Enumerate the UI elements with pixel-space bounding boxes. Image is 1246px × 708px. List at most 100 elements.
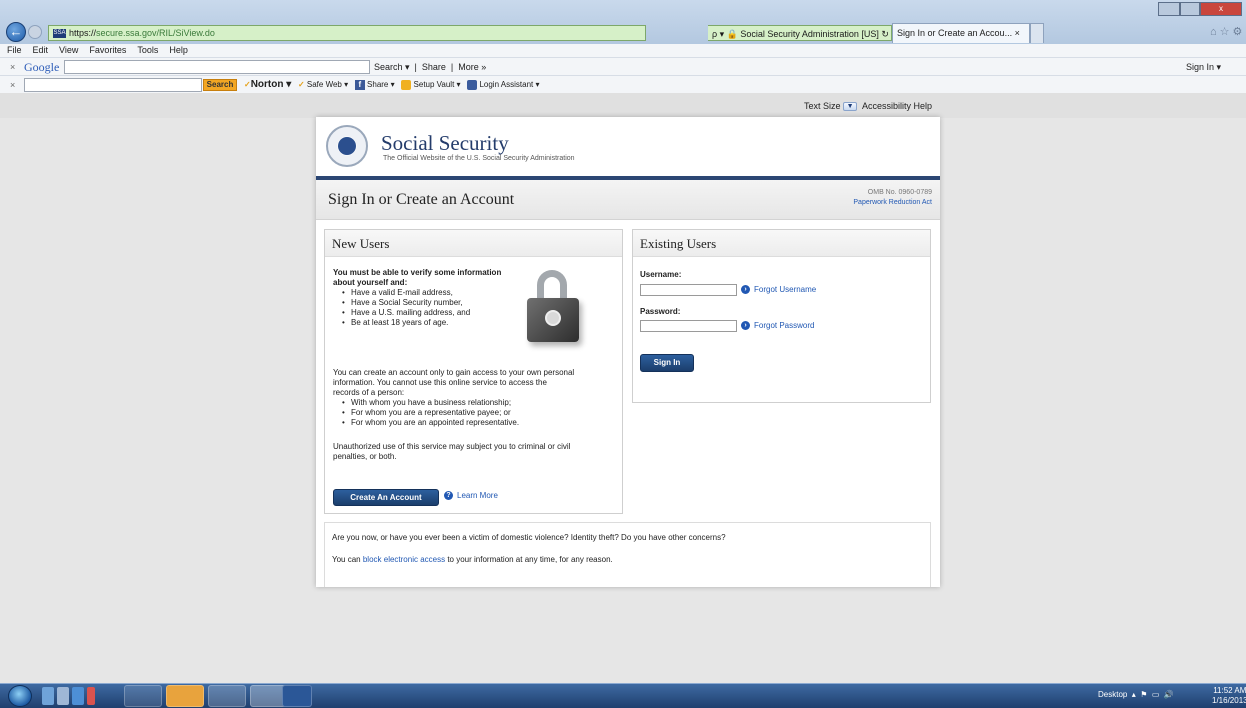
access-text-1: You can create an account only to gain a… [333, 368, 575, 377]
settings-gear-icon[interactable]: ⚙ [1233, 26, 1246, 38]
password-input[interactable] [640, 320, 737, 332]
ie-quicklaunch-icon[interactable] [72, 687, 84, 705]
menu-help[interactable]: Help [169, 45, 188, 55]
browser-tab-active[interactable]: Sign In or Create an Accou... × [892, 23, 1030, 43]
new-tab-button[interactable] [1030, 23, 1044, 43]
windows-taskbar: Desktop ▴ ⚑ ▭ 🔊 11:52 AM 1/16/2013 [0, 683, 1246, 708]
menu-edit[interactable]: Edit [33, 45, 49, 55]
url-path: /RIL/SiView.do [156, 28, 215, 38]
text-size-dropdown-icon[interactable]: ▼ [843, 102, 858, 112]
omb-number: OMB No. 0960-0789 [867, 189, 932, 196]
forgot-password-link[interactable]: › Forgot Password [741, 321, 815, 331]
warning-text-2: penalties, or both. [333, 452, 397, 461]
help-icon: ? [444, 491, 453, 501]
text-size-control[interactable]: Text Size ▼ [804, 101, 858, 112]
norton-search-button[interactable]: Search [203, 79, 237, 91]
norton-search-input[interactable] [24, 78, 202, 92]
site-brand[interactable]: Social Security [381, 131, 509, 156]
page-title: Sign In or Create an Account [328, 191, 515, 208]
padlock-icon [525, 270, 585, 345]
text-size-label: Text Size [804, 101, 841, 111]
maximize-button[interactable] [1180, 2, 1200, 16]
username-label: Username: [640, 270, 682, 279]
menu-file[interactable]: File [7, 45, 22, 55]
requirement-item: Be at least 18 years of age. [341, 318, 448, 328]
existing-users-panel: Existing Users Username: › Forgot Usernam… [632, 229, 931, 403]
username-input[interactable] [640, 284, 737, 296]
signin-card: Social Security The Official Website of … [316, 117, 940, 587]
desktop-toolbar-label[interactable]: Desktop [1098, 690, 1127, 699]
forgot-password-label: Forgot Password [754, 321, 815, 330]
word-taskbar-button[interactable] [282, 685, 312, 707]
back-button[interactable]: ← [6, 22, 26, 42]
create-account-button[interactable]: Create An Account [333, 489, 439, 506]
explorer-taskbar-button[interactable] [208, 685, 246, 707]
browser-icons[interactable]: ⌂☆⚙ [1210, 25, 1245, 38]
minimize-button[interactable] [1158, 2, 1180, 16]
clock-date: 1/16/2013 [1212, 696, 1246, 705]
block-access-text: You can block electronic access to your … [332, 555, 613, 565]
system-clock[interactable]: 11:52 AM 1/16/2013 [1212, 686, 1246, 706]
taskbar-app-button[interactable] [124, 685, 162, 707]
favorites-star-icon[interactable]: ☆ [1220, 26, 1233, 38]
address-security-info[interactable]: ρ ▾ 🔒 Social Security Administration [US… [708, 25, 899, 41]
new-users-intro-1: You must be able to verify some informat… [333, 268, 502, 277]
arrow-right-icon: › [741, 285, 750, 295]
concerns-box: Are you now, or have you ever been a vic… [324, 522, 931, 587]
menu-favorites[interactable]: Favorites [89, 45, 126, 55]
google-share-button[interactable]: Share [422, 62, 446, 72]
learn-more-link[interactable]: ? Learn More [444, 491, 498, 501]
forward-button[interactable] [28, 25, 42, 39]
restriction-item: With whom you have a business relationsh… [341, 398, 511, 408]
system-tray[interactable]: Desktop ▴ ⚑ ▭ 🔊 [1098, 690, 1174, 699]
site-header: Social Security The Official Website of … [316, 117, 940, 176]
restriction-item: For whom you are a representative payee;… [341, 408, 511, 418]
forgot-username-label: Forgot Username [754, 285, 817, 294]
close-window-button[interactable]: x [1200, 2, 1242, 16]
show-desktop-icon[interactable] [42, 687, 54, 705]
facebook-icon: f [354, 79, 365, 90]
close-norton-icon[interactable]: × [10, 76, 15, 94]
norton-logo[interactable]: Norton ▾ [251, 79, 292, 90]
norton-toolbar: × Search ✓Norton ▾ ✓ Safe Web ▾ f Share … [0, 75, 1246, 93]
ssa-seal-logo[interactable] [326, 125, 368, 167]
safe-web-icon: ✓ [297, 80, 305, 89]
home-icon[interactable]: ⌂ [1210, 26, 1220, 38]
new-users-intro-2: about yourself and: [333, 278, 408, 287]
address-bar[interactable]: SSA https://secure.ssa.gov/RIL/SiView.do [48, 25, 646, 41]
google-search-button[interactable]: Search ▾ [374, 62, 410, 72]
paperwork-reduction-link[interactable]: Paperwork Reduction Act [853, 199, 932, 206]
access-text-3: records of a person: [333, 388, 405, 397]
norton-share-button[interactable]: Share ▾ [367, 80, 395, 89]
menu-view[interactable]: View [59, 45, 78, 55]
back-arrow-icon: ← [9, 24, 23, 39]
menu-tools[interactable]: Tools [137, 45, 158, 55]
arrow-right-icon: › [741, 321, 750, 331]
sign-in-button[interactable]: Sign In [640, 354, 694, 372]
start-button[interactable] [8, 685, 32, 707]
quicklaunch-icon[interactable] [87, 687, 95, 705]
menu-bar: File Edit View Favorites Tools Help [0, 44, 1246, 57]
tab-title: Sign In or Create an Accou... × [897, 28, 1020, 38]
learn-more-label: Learn More [457, 491, 498, 500]
login-assistant-button[interactable]: Login Assistant ▾ [479, 80, 539, 89]
block-access-link[interactable]: block electronic access [363, 555, 445, 564]
close-toolbar-icon[interactable]: × [10, 58, 15, 76]
forgot-username-link[interactable]: › Forgot Username [741, 285, 817, 295]
accessibility-help-link[interactable]: Accessibility Help [862, 101, 932, 111]
ssa-favicon-icon: SSA [53, 29, 66, 39]
url-domain: secure.ssa.gov [96, 28, 157, 38]
google-tools: Search ▾ | Share | More » [374, 62, 487, 72]
quicklaunch-icon[interactable] [57, 687, 69, 705]
outlook-taskbar-button[interactable] [166, 685, 204, 707]
new-users-panel: New Users You must be able to verify som… [324, 229, 623, 514]
window-controls: x [1158, 2, 1242, 18]
google-search-input[interactable] [64, 60, 370, 74]
new-users-heading: New Users [325, 230, 622, 257]
safe-web-button[interactable]: Safe Web ▾ [307, 80, 348, 89]
warning-text-1: Unauthorized use of this service may sub… [333, 442, 571, 451]
vault-icon [401, 79, 412, 90]
google-signin-button[interactable]: Sign In ▾ [1186, 58, 1221, 76]
google-more-button[interactable]: More » [458, 62, 486, 72]
setup-vault-button[interactable]: Setup Vault ▾ [414, 80, 461, 89]
